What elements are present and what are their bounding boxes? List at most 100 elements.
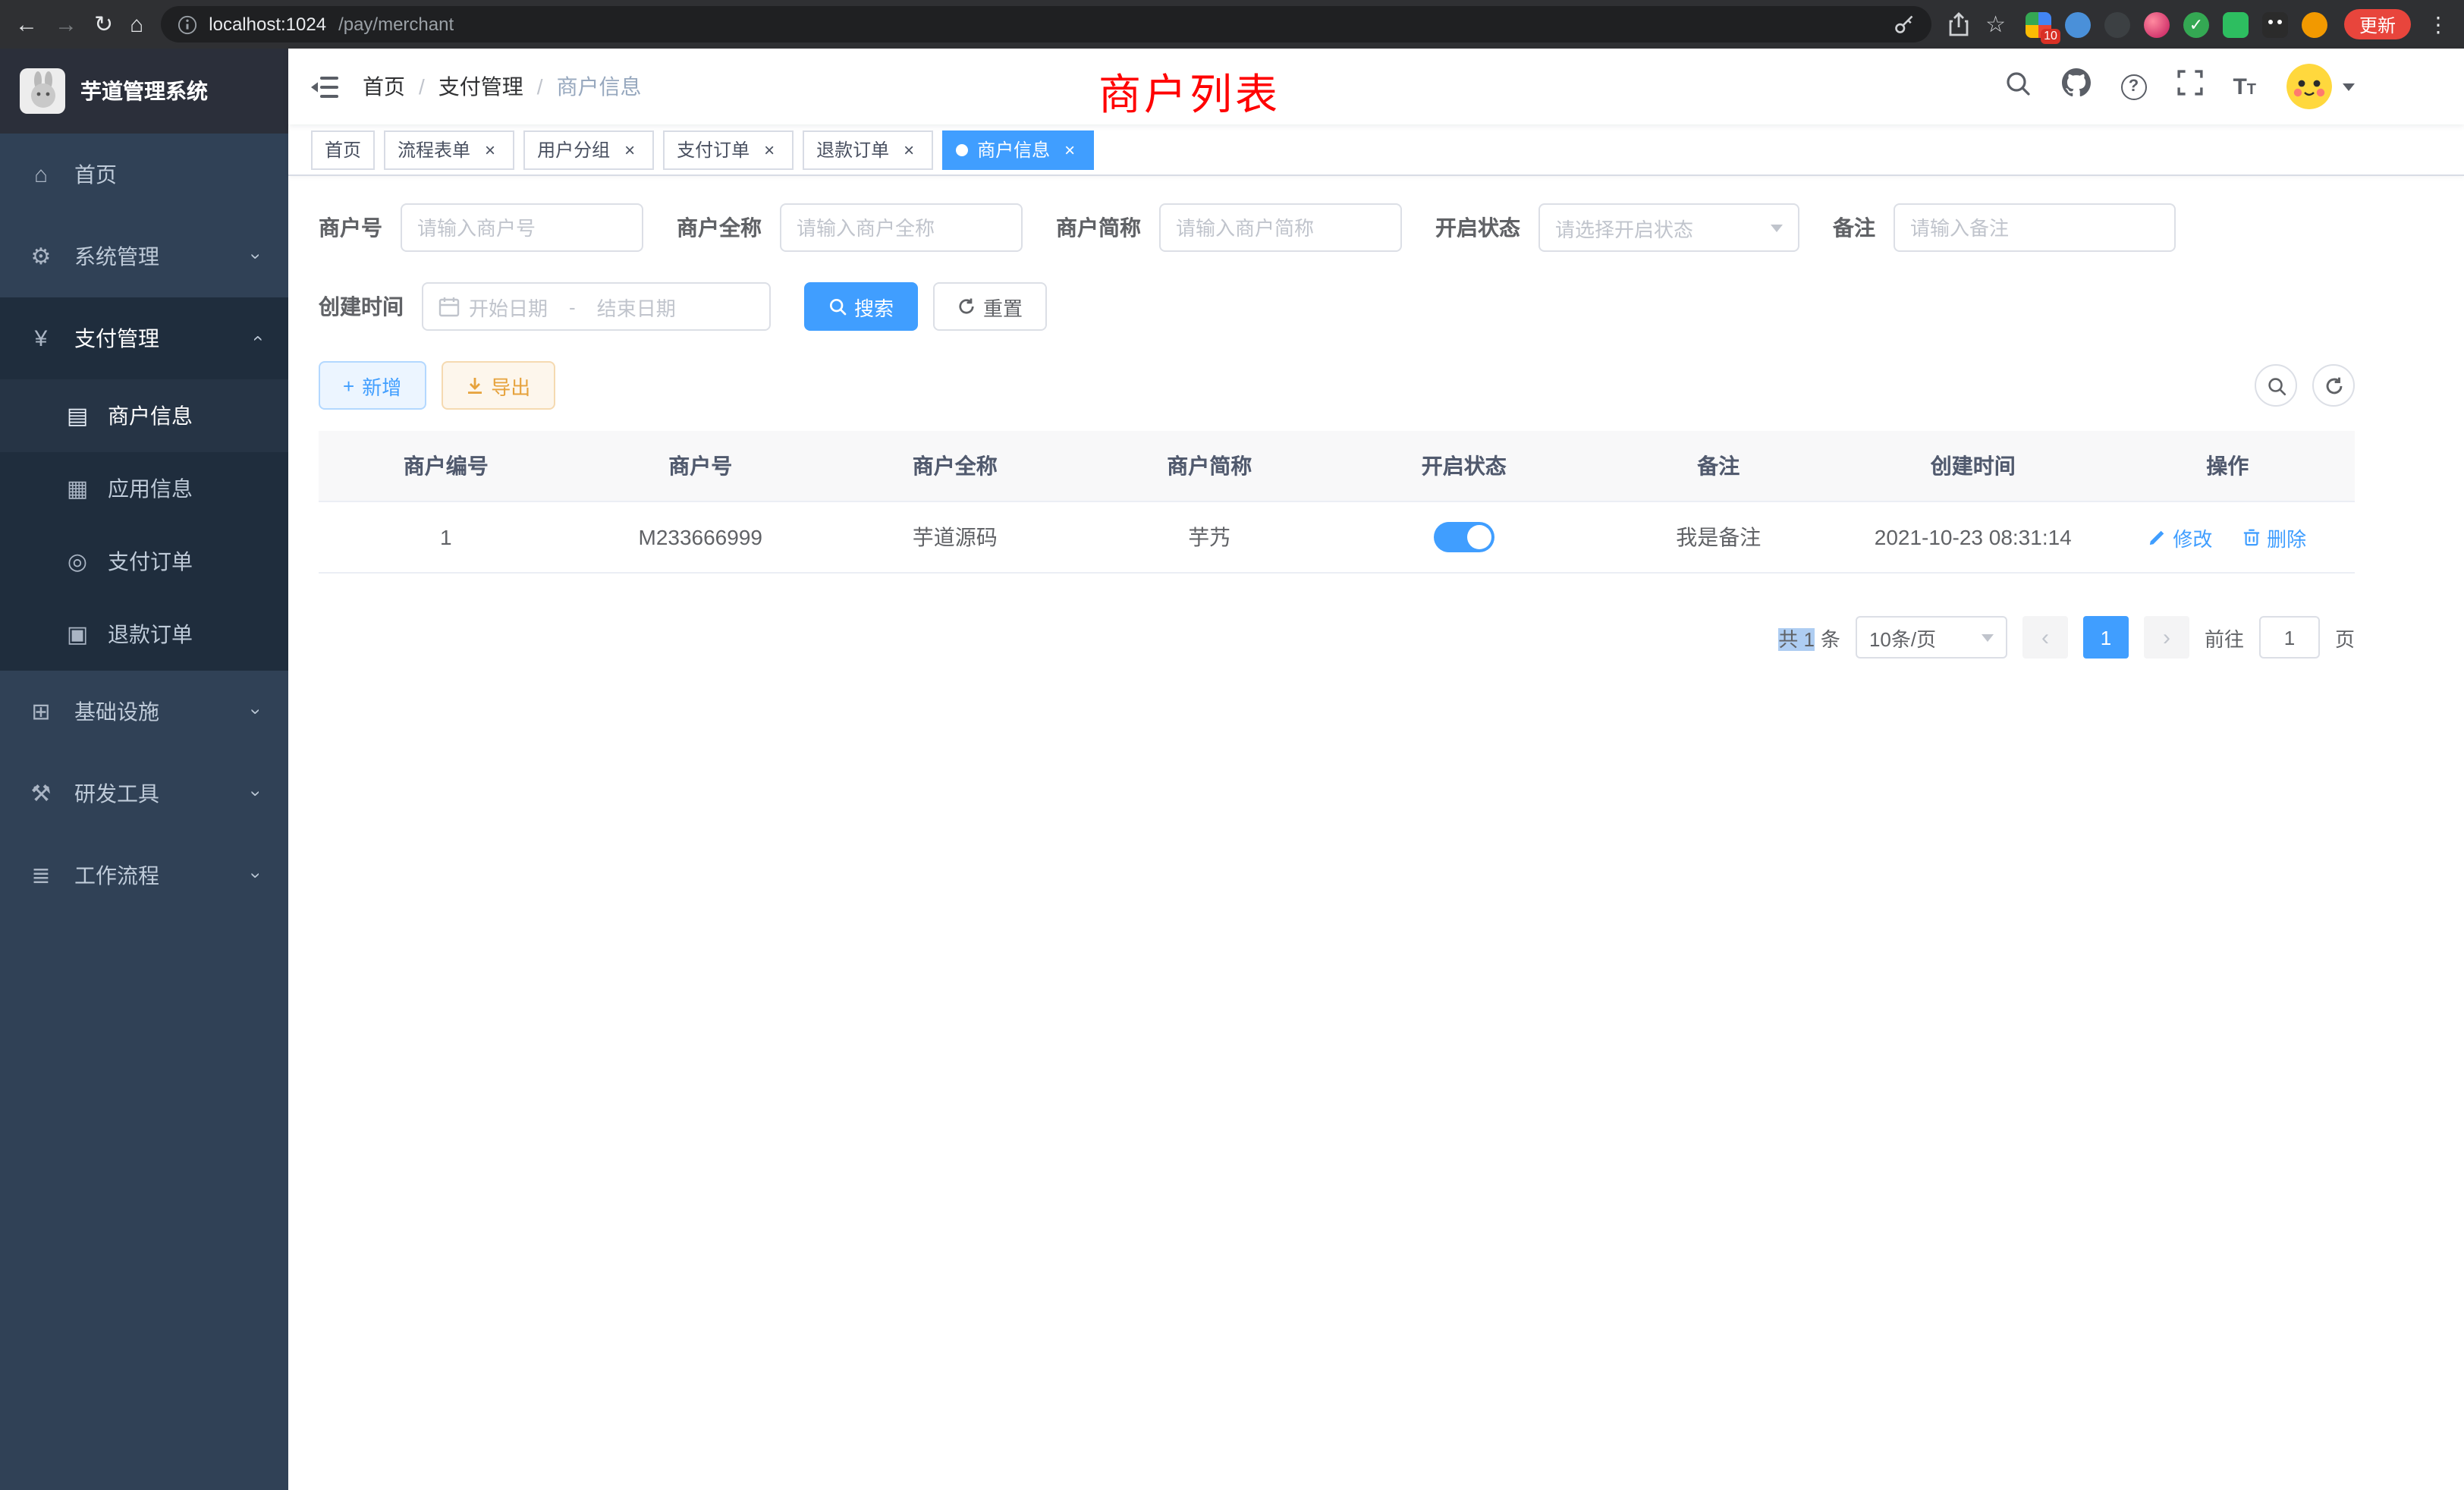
url-bar[interactable]: localhost:1024/pay/merchant [160, 6, 1931, 42]
goto-page-input[interactable] [2259, 616, 2320, 659]
tab-merchant-info[interactable]: 商户信息 × [942, 130, 1094, 169]
table-row: 1 M233666999 芋道源码 芋艿 我是备注 2021-10-23 08:… [319, 502, 2355, 574]
cell-full-name: 芋道源码 [828, 502, 1083, 572]
filter-create-time: 创建时间 开始日期 - 结束日期 [319, 282, 771, 331]
close-icon[interactable]: × [1059, 139, 1080, 160]
gear-icon: ⚙ [29, 243, 53, 270]
cell-actions: 修改 删除 [2101, 503, 2356, 571]
sidebar-item-workflow[interactable]: ≣ 工作流程 › [0, 835, 288, 916]
reset-button[interactable]: 重置 [933, 282, 1047, 331]
breadcrumb-item-payment[interactable]: 支付管理 [438, 71, 523, 102]
share-icon[interactable] [1947, 12, 1969, 36]
merchant-short-input[interactable] [1176, 216, 1385, 239]
extension-apps-grid-icon[interactable]: 10 [2026, 11, 2051, 37]
sidebar-item-home[interactable]: ⌂ 首页 [0, 134, 288, 215]
status-toggle[interactable] [1434, 522, 1494, 552]
extension-dark-icon[interactable] [2104, 11, 2130, 37]
add-button[interactable]: + 新增 [319, 361, 426, 410]
user-avatar[interactable] [2286, 64, 2332, 109]
sidebar-item-system[interactable]: ⚙ 系统管理 › [0, 215, 288, 297]
font-size-icon[interactable]: TT [2233, 74, 2256, 99]
fullscreen-icon[interactable] [2176, 70, 2202, 103]
sidebar-subitem-label: 应用信息 [108, 473, 193, 504]
extension-check-icon[interactable]: ✓ [2183, 11, 2209, 37]
tab-home[interactable]: 首页 [311, 130, 375, 169]
merchant-no-input[interactable] [417, 216, 627, 239]
edit-link[interactable]: 修改 [2148, 523, 2212, 552]
date-range-input[interactable]: 开始日期 - 结束日期 [422, 282, 771, 331]
browser-menu-icon[interactable]: ⋮ [2428, 11, 2449, 37]
search-icon[interactable] [2004, 69, 2031, 104]
date-end-placeholder: 结束日期 [597, 292, 676, 321]
help-icon[interactable]: ? [2120, 74, 2146, 99]
cell-remark: 我是备注 [1592, 502, 1846, 572]
user-menu[interactable] [2286, 64, 2355, 109]
search-button[interactable]: 搜索 [804, 282, 918, 331]
toggle-search-button[interactable] [2255, 364, 2297, 407]
tab-payment-order[interactable]: 支付订单 × [663, 130, 794, 169]
app-logo: 芋道管理系统 [0, 49, 288, 134]
page-content: 商户号 商户全称 商户简称 开启状态 请选择开启状态 [288, 176, 2464, 659]
sidebar-toggle-icon[interactable] [311, 75, 338, 98]
chevron-down-icon: › [246, 872, 267, 879]
remark-input[interactable] [1910, 216, 2159, 239]
sidebar-item-infrastructure[interactable]: ⊞ 基础设施 › [0, 671, 288, 753]
close-icon[interactable]: × [898, 139, 919, 160]
filter-row-1: 商户号 商户全称 商户简称 开启状态 请选择开启状态 [319, 203, 2355, 252]
merchant-name-input[interactable] [797, 216, 1006, 239]
filter-merchant-short: 商户简称 [1056, 203, 1402, 252]
home-button[interactable]: ⌂ [130, 13, 143, 36]
sidebar-subitem-refund-order[interactable]: ▣ 退款订单 [0, 598, 288, 671]
status-select[interactable]: 请选择开启状态 [1538, 203, 1799, 252]
monitor-icon: ⊞ [29, 698, 53, 725]
page-button-1[interactable]: 1 [2083, 616, 2129, 659]
extension-avatar-icon[interactable] [2144, 11, 2170, 37]
tab-user-group[interactable]: 用户分组 × [523, 130, 654, 169]
cell-merchant-id: 1 [319, 505, 574, 569]
extension-note-icon[interactable] [2223, 11, 2249, 37]
forward-button[interactable]: → [55, 13, 77, 36]
sidebar-subitem-payment-order[interactable]: ◎ 支付订单 [0, 525, 288, 598]
extension-monkey-icon[interactable] [2262, 11, 2288, 37]
column-header-create-time: 创建时间 [1846, 431, 2101, 501]
next-page-button[interactable]: › [2144, 616, 2189, 659]
sidebar-subitem-app-info[interactable]: ▦ 应用信息 [0, 452, 288, 525]
tab-process-form[interactable]: 流程表单 × [384, 130, 514, 169]
back-button[interactable]: ← [15, 13, 38, 36]
reload-button[interactable]: ↻ [94, 13, 113, 36]
delete-link[interactable]: 删除 [2242, 523, 2306, 552]
site-info-icon[interactable] [177, 14, 196, 34]
browser-update-button[interactable]: 更新 [2344, 9, 2411, 39]
breadcrumb-item-home[interactable]: 首页 [363, 71, 405, 102]
prev-page-button[interactable]: ‹ [2022, 616, 2068, 659]
sidebar-item-label: 支付管理 [74, 323, 159, 354]
tab-refund-order[interactable]: 退款订单 × [803, 130, 933, 169]
card-icon: ▤ [65, 402, 90, 429]
extension-pin-icon[interactable] [2065, 11, 2091, 37]
filter-label: 创建时间 [319, 291, 404, 322]
close-icon[interactable]: × [619, 139, 640, 160]
sidebar-item-payment[interactable]: ¥ 支付管理 › [0, 297, 288, 379]
extension-badge: 10 [2041, 28, 2060, 43]
caret-down-icon [2343, 83, 2355, 90]
refresh-table-button[interactable] [2312, 364, 2355, 407]
page-size-select[interactable]: 10条/页 [1856, 616, 2007, 659]
cell-short-name: 芋艿 [1083, 502, 1337, 572]
close-icon[interactable]: × [479, 139, 501, 160]
profile-avatar-icon[interactable] [2302, 11, 2327, 37]
sidebar-item-dev-tools[interactable]: ⚒ 研发工具 › [0, 753, 288, 835]
bookmark-star-icon[interactable]: ☆ [1985, 11, 2006, 38]
rabbit-logo-icon [20, 68, 65, 114]
table-toolbar-right [2239, 364, 2355, 407]
password-key-icon[interactable] [1893, 14, 1914, 35]
breadcrumb-item-current: 商户信息 [557, 71, 642, 102]
close-icon[interactable]: × [759, 139, 780, 160]
sidebar-subitem-merchant-info[interactable]: ▤ 商户信息 [0, 379, 288, 452]
tab-label: 支付订单 [677, 137, 750, 162]
github-icon[interactable] [2061, 68, 2090, 105]
filter-merchant-no: 商户号 [319, 203, 643, 252]
chevron-down-icon: › [246, 253, 267, 259]
refresh-icon [957, 297, 976, 316]
export-button[interactable]: 导出 [441, 361, 555, 410]
cell-create-time: 2021-10-23 08:31:14 [1846, 505, 2101, 569]
